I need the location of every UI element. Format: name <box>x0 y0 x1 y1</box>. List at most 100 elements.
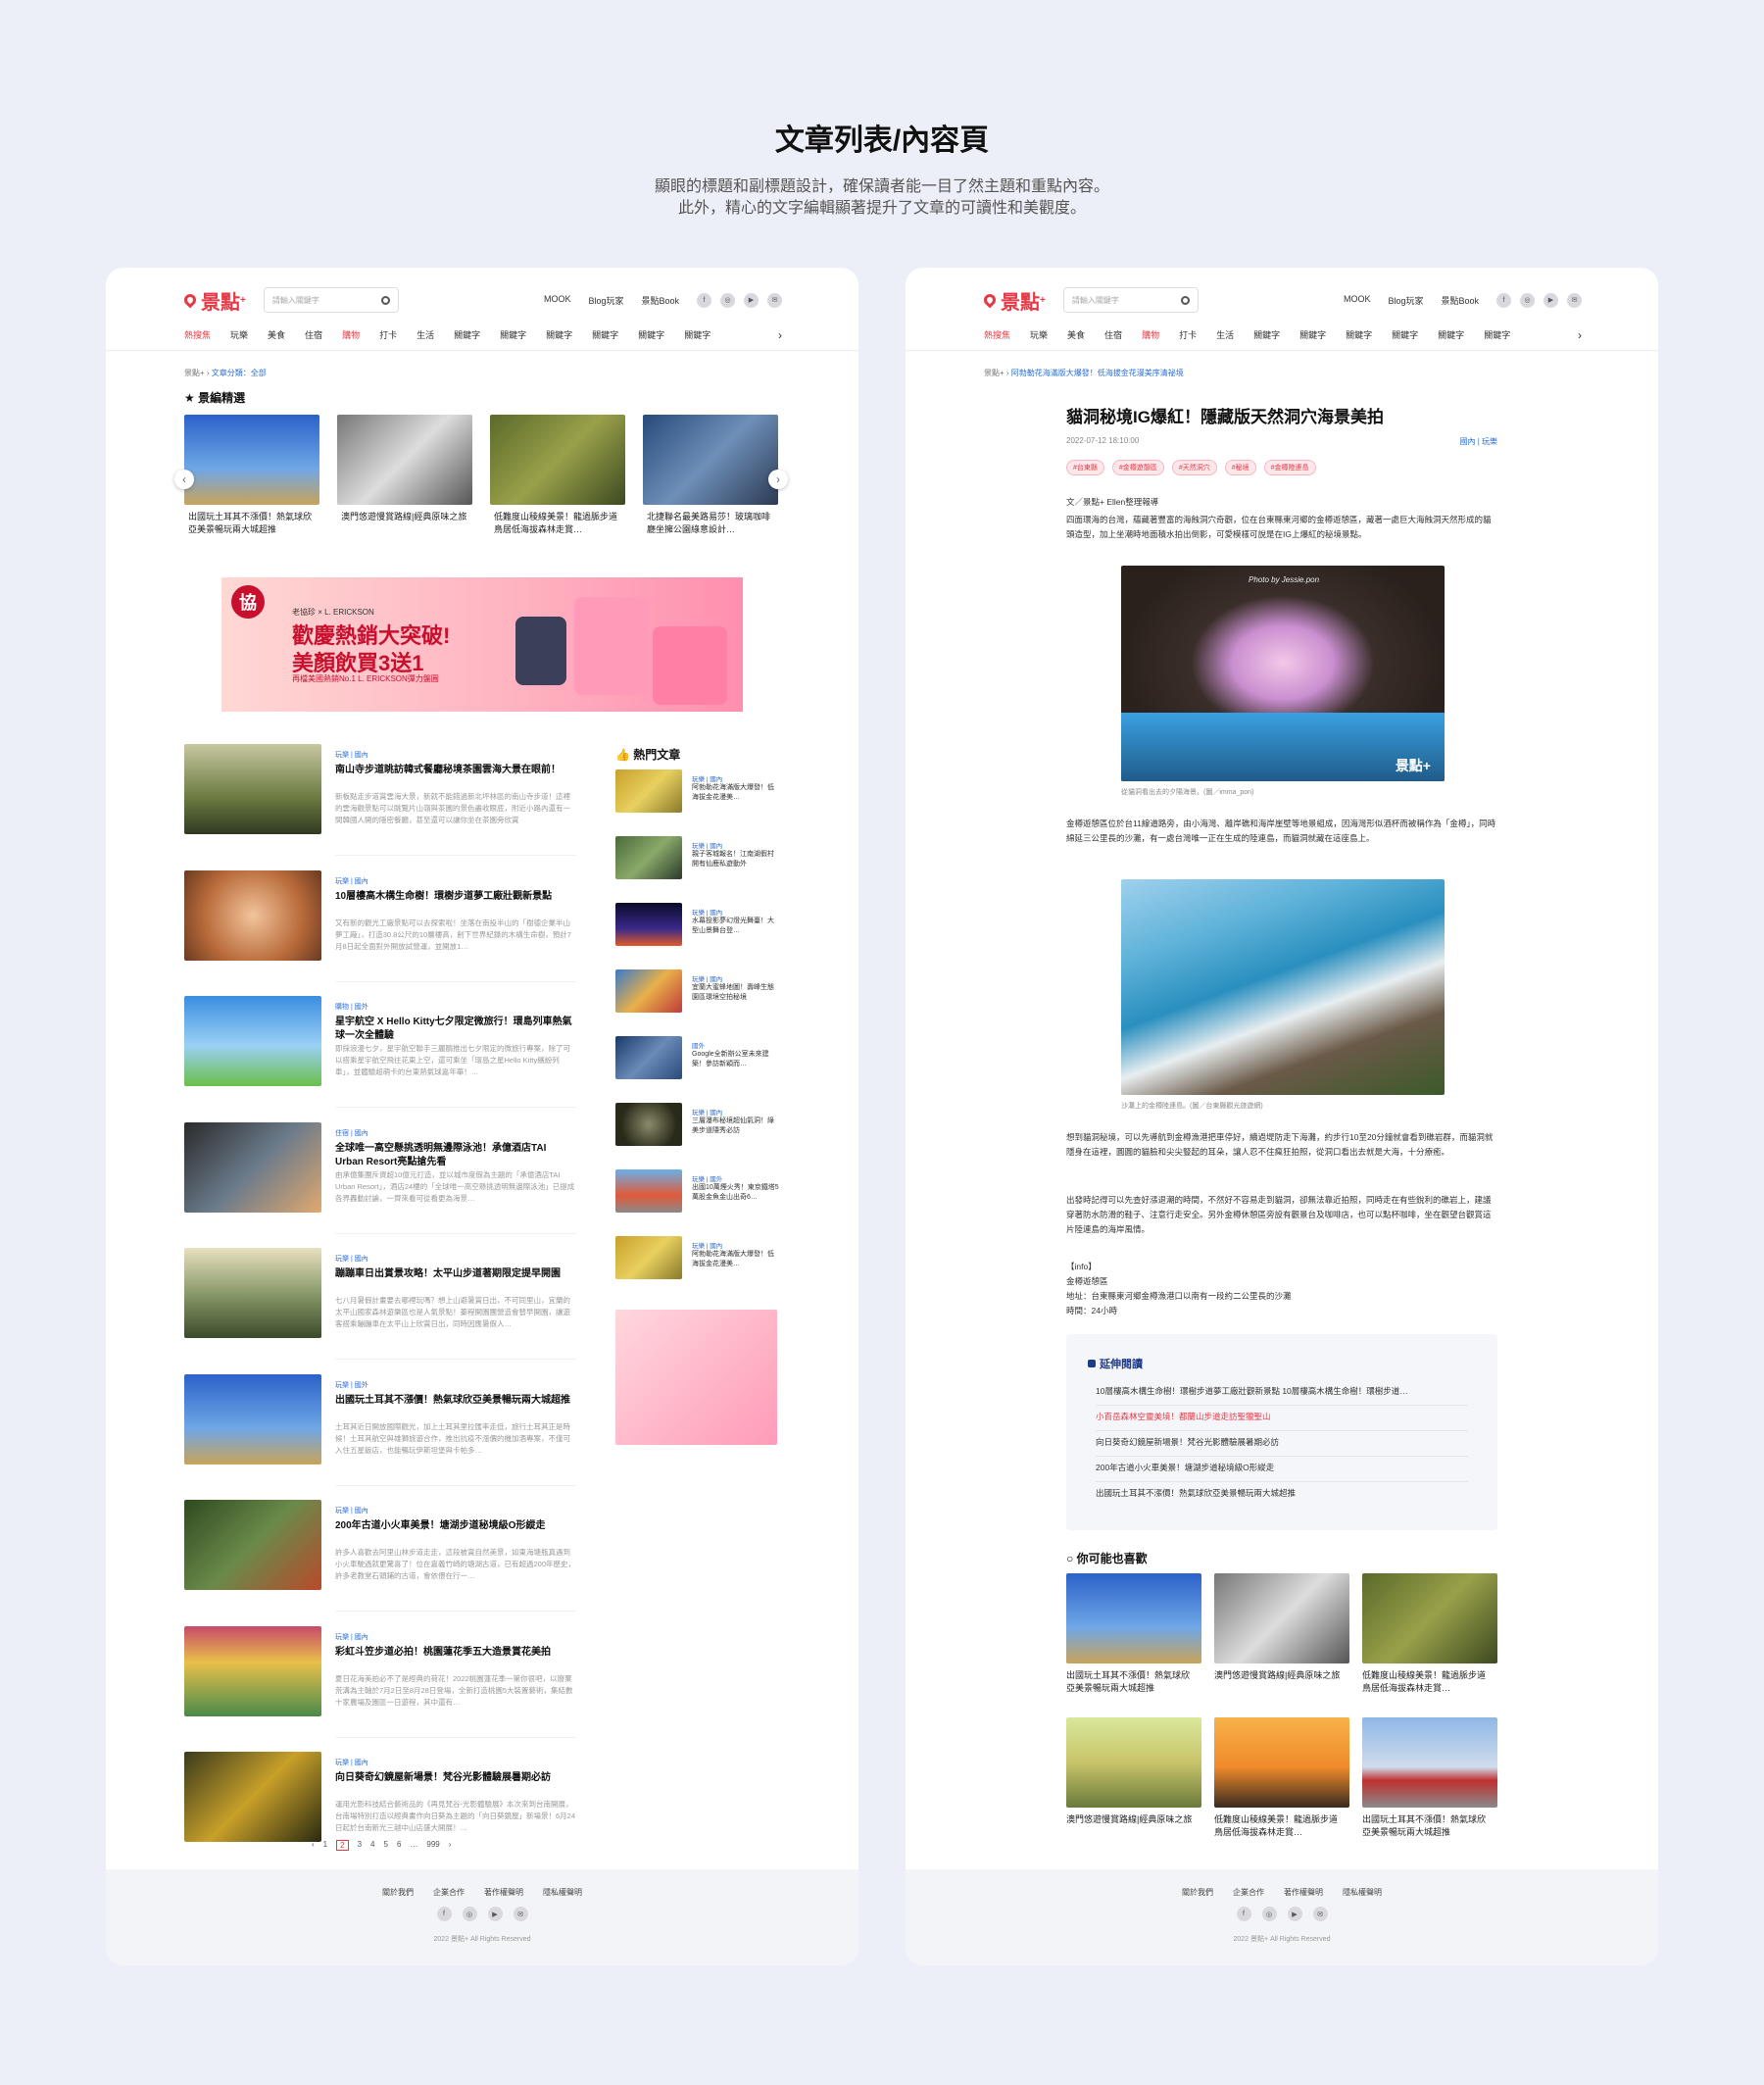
hot-article-thumbnail[interactable] <box>615 769 682 813</box>
search-input[interactable]: 請輸入關鍵字 <box>1062 287 1199 313</box>
tag[interactable]: #天然洞穴 <box>1171 460 1217 475</box>
site-logo[interactable]: 景點 + <box>181 286 246 315</box>
tab-keyword[interactable]: 關鍵字 <box>500 328 526 348</box>
article-thumbnail[interactable] <box>184 1500 321 1590</box>
carousel-prev-icon[interactable]: ‹ <box>174 470 194 489</box>
tab-keyword[interactable]: 關鍵字 <box>1346 328 1372 348</box>
tab-hot[interactable]: 熱搜焦 <box>184 328 211 348</box>
article-list-item[interactable]: 玩樂 | 國內 向日葵奇幻鏡屋新場景！梵谷光影體驗展暑期必訪 運用光影科技結合藝術品… <box>184 1752 576 1845</box>
hot-article-thumbnail[interactable] <box>615 969 682 1013</box>
carousel-next-icon[interactable]: › <box>768 470 788 489</box>
hot-article-thumbnail[interactable] <box>615 1103 682 1146</box>
tab-shop[interactable]: 購物 <box>342 328 360 348</box>
site-logo[interactable]: 景點 + <box>981 286 1046 315</box>
hot-article-thumbnail[interactable] <box>615 836 682 879</box>
ad-banner[interactable]: 協 老協珍 × L. ERICKSON 歡慶熱銷大突破! 美顏飲買3送1 再檔美… <box>221 577 743 712</box>
featured-caption[interactable]: 低難度山稜線美景！龍過脈步道鳥居低海拔森林走賞… <box>494 511 621 536</box>
tab-keyword[interactable]: 關鍵字 <box>1253 328 1280 348</box>
article-list-item[interactable]: 玩樂 | 國內 10層樓高木構生命樹！環樹步道夢工廠壯觀新景點 又有新的觀光工廠景點… <box>184 869 576 982</box>
hot-article-item[interactable]: 玩樂 | 國內 親子客城報名！江南湖假村開有仙鹿私遊動外 <box>615 836 782 881</box>
article-category[interactable]: 國內 | 玩樂 <box>1459 436 1497 447</box>
article-thumbnail[interactable] <box>184 996 321 1086</box>
tab-keyword[interactable]: 關鍵字 <box>454 328 480 348</box>
footer-link[interactable]: 關於我們 <box>382 1887 414 1898</box>
tab-checkin[interactable]: 打卡 <box>1179 328 1197 348</box>
side-ad-banner[interactable] <box>615 1310 777 1445</box>
nav-link-mook[interactable]: MOOK <box>544 294 571 307</box>
article-title[interactable]: 出國玩土耳其不漲價！熱氣球欣亞美景暢玩兩大城超推 <box>335 1394 576 1408</box>
recommend-card[interactable]: 出國玩土耳其不漲價！熱氣球欣亞美景暢玩兩大城超推 <box>1362 1717 1497 1839</box>
tabs-more-icon[interactable]: › <box>1578 328 1582 348</box>
article-thumbnail[interactable] <box>184 1625 321 1716</box>
hot-article-title[interactable]: 三層瀑布秘境超仙氣洞！綠美步道隱秀必訪 <box>692 1117 780 1136</box>
line-icon[interactable]: ✉ <box>1312 1907 1328 1921</box>
tab-keyword[interactable]: 關鍵字 <box>1299 328 1326 348</box>
article-thumbnail[interactable] <box>184 1121 321 1213</box>
article-list-item[interactable]: 玩樂 | 國內 200年古道小火車美景！塘湖步道秘境級O形縱走 許多人喜歡去阿里山林… <box>184 1500 576 1612</box>
hot-article-thumbnail[interactable] <box>615 903 682 946</box>
featured-caption[interactable]: 澳門悠遊慢賞路線|經典原味之旅 <box>341 511 468 523</box>
article-list-item[interactable]: 玩樂 | 國內 南山寺步道眺訪韓式餐廳秘境茶園雲海大景在眼前！ 新板點走步道賞雲海大… <box>184 744 576 856</box>
further-reading-link[interactable]: 10層樓高木構生命樹！環樹步道夢工廠壯觀新景點 10層樓高木構生命樹！環樹步道… <box>1096 1385 1468 1406</box>
nav-link-book[interactable]: 景點Book <box>641 294 679 307</box>
tab-food[interactable]: 美食 <box>268 328 285 348</box>
tab-keyword[interactable]: 關鍵字 <box>684 328 710 348</box>
nav-link-blog[interactable]: Blog玩家 <box>1388 294 1423 307</box>
article-thumbnail[interactable] <box>184 869 321 961</box>
article-title[interactable]: 200年古道小火車美景！塘湖步道秘境級O形縱走 <box>335 1519 576 1533</box>
tag[interactable]: #台東縣 <box>1066 460 1104 475</box>
tab-life[interactable]: 生活 <box>416 328 434 348</box>
tab-keyword[interactable]: 關鍵字 <box>1438 328 1464 348</box>
hot-article-title[interactable]: 宜蘭大蜜蜂地圖！壽峰生態園區環境空拍秘境 <box>692 983 780 1003</box>
tag[interactable]: #金樽陸連島 <box>1263 460 1316 475</box>
nav-link-book[interactable]: 景點Book <box>1441 294 1479 307</box>
facebook-icon[interactable]: f <box>1236 1907 1251 1921</box>
facebook-icon[interactable]: f <box>436 1907 452 1921</box>
featured-image[interactable] <box>184 415 319 505</box>
nav-link-mook[interactable]: MOOK <box>1344 294 1371 307</box>
hot-article-title[interactable]: 出國10萬煙火秀！東京鐵塔5萬股金魚金山出奇6… <box>692 1183 780 1203</box>
hot-article-item[interactable]: 玩樂 | 國內 宜蘭大蜜蜂地圖！壽峰生態園區環境空拍秘境 <box>615 969 782 1015</box>
article-thumbnail[interactable] <box>184 1752 321 1842</box>
hot-article-item[interactable]: 玩樂 | 國外 出國10萬煙火秀！東京鐵塔5萬股金魚金山出奇6… <box>615 1169 782 1215</box>
footer-link[interactable]: 企業合作 <box>1233 1887 1264 1898</box>
article-title[interactable]: 全球唯一高空懸挑透明無邊際泳池！承億酒店TAI Urban Resort亮點搶先… <box>335 1142 576 1169</box>
recommend-card[interactable]: 澳門悠遊慢賞路線|經典原味之旅 <box>1214 1573 1349 1682</box>
tabs-more-icon[interactable]: › <box>778 328 782 348</box>
search-icon[interactable] <box>1180 295 1190 305</box>
tag[interactable]: #金樽遊憩區 <box>1111 460 1164 475</box>
featured-image[interactable] <box>643 415 778 505</box>
instagram-icon[interactable]: ◎ <box>462 1907 477 1921</box>
featured-image[interactable] <box>490 415 625 505</box>
footer-link[interactable]: 關於我們 <box>1182 1887 1213 1898</box>
article-title[interactable]: 南山寺步道眺訪韓式餐廳秘境茶園雲海大景在眼前！ <box>335 764 576 777</box>
tab-checkin[interactable]: 打卡 <box>379 328 397 348</box>
line-icon[interactable]: ✉ <box>513 1907 528 1921</box>
youtube-icon[interactable]: ▶ <box>1287 1907 1302 1921</box>
article-thumbnail[interactable] <box>184 744 321 834</box>
tab-keyword[interactable]: 關鍵字 <box>592 328 618 348</box>
article-title[interactable]: 星宇航空 X Hello Kitty七夕限定微旅行！環島列車熱氣球一次全體驗 <box>335 1016 576 1043</box>
facebook-icon[interactable]: f <box>1496 292 1511 308</box>
tab-food[interactable]: 美食 <box>1067 328 1085 348</box>
line-icon[interactable]: ✉ <box>767 292 782 308</box>
featured-caption[interactable]: 北捷聯名最美路易莎！玻璃咖啡廳坐擁公園綠意設計… <box>647 511 774 536</box>
instagram-icon[interactable]: ◎ <box>720 292 735 308</box>
youtube-icon[interactable]: ▶ <box>487 1907 503 1921</box>
tab-play[interactable]: 玩樂 <box>230 328 248 348</box>
tab-play[interactable]: 玩樂 <box>1030 328 1048 348</box>
search-icon[interactable] <box>380 295 390 305</box>
hot-article-item[interactable]: 玩樂 | 國內 三層瀑布秘境超仙氣洞！綠美步道隱秀必訪 <box>615 1103 782 1148</box>
hot-article-title[interactable]: 親子客城報名！江南湖假村開有仙鹿私遊動外 <box>692 850 780 869</box>
article-list-item[interactable]: 玩樂 | 國外 出國玩土耳其不漲價！熱氣球欣亞美景暢玩兩大城超推 土耳其近日開放國際… <box>184 1373 576 1486</box>
footer-link[interactable]: 隱私權聲明 <box>543 1887 582 1898</box>
footer-link[interactable]: 隱私權聲明 <box>1343 1887 1382 1898</box>
instagram-icon[interactable]: ◎ <box>1261 1907 1277 1921</box>
further-reading-link[interactable]: 出國玩土耳其不漲價！熱氣球欣亞美景暢玩兩大城超推 <box>1096 1487 1468 1507</box>
hot-article-item[interactable]: 玩樂 | 國內 阿勃勒花海滿版大爆發！低海拔金花漫美… <box>615 1236 782 1281</box>
tab-keyword[interactable]: 關鍵字 <box>1484 328 1510 348</box>
youtube-icon[interactable]: ▶ <box>1544 292 1558 308</box>
footer-link[interactable]: 企業合作 <box>433 1887 465 1898</box>
tab-stay[interactable]: 住宿 <box>305 328 322 348</box>
article-title[interactable]: 10層樓高木構生命樹！環樹步道夢工廠壯觀新景點 <box>335 890 576 904</box>
